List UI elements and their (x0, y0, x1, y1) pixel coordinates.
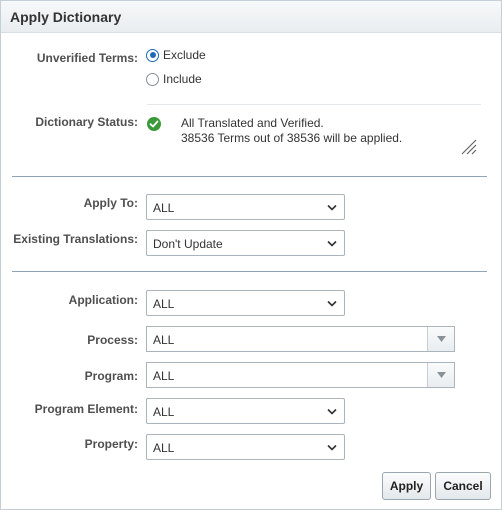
program-value: ALL (153, 369, 175, 383)
chevron-down-icon (327, 408, 337, 415)
chevron-down-icon (327, 204, 337, 211)
chevron-down-icon (327, 444, 337, 451)
section-divider-2 (12, 271, 487, 272)
existing-translations-select[interactable]: Don't Update (146, 230, 345, 256)
program-combobox[interactable]: ALL (146, 362, 455, 388)
triangle-down-icon (437, 336, 446, 342)
program-dropdown-button[interactable] (427, 363, 454, 387)
property-label: Property: (84, 437, 138, 451)
program-element-label: Program Element: (34, 402, 138, 416)
dialog-title: Apply Dictionary (10, 9, 122, 25)
status-count: 38536 Terms out of 38536 will be applied… (181, 131, 403, 145)
radio-include-label[interactable]: Include (163, 72, 202, 86)
program-element-value: ALL (153, 405, 175, 419)
triangle-down-icon (437, 372, 446, 378)
resize-handle-icon[interactable] (459, 137, 477, 158)
dictionary-status-box: All Translated and Verified. 38536 Terms… (147, 104, 481, 162)
process-combobox[interactable]: ALL (146, 326, 455, 352)
existing-translations-value: Don't Update (153, 237, 223, 251)
apply-to-value: ALL (153, 201, 175, 215)
radio-include[interactable]: Include (146, 72, 202, 86)
dialog-title-bar: Apply Dictionary (1, 1, 501, 33)
chevron-down-icon (327, 240, 337, 247)
cancel-button[interactable]: Cancel (435, 472, 491, 500)
process-value: ALL (153, 333, 175, 347)
status-message: All Translated and Verified. (181, 116, 324, 130)
section-divider-1 (12, 176, 487, 177)
process-dropdown-button[interactable] (427, 327, 454, 351)
chevron-down-icon (327, 300, 337, 307)
apply-to-label: Apply To: (83, 196, 138, 210)
process-label: Process: (87, 333, 138, 347)
application-value: ALL (153, 297, 175, 311)
radio-exclude-indicator[interactable] (146, 48, 159, 62)
radio-exclude-label[interactable]: Exclude (163, 48, 206, 62)
application-label: Application: (68, 293, 138, 307)
dictionary-status-label: Dictionary Status: (35, 115, 138, 129)
application-select[interactable]: ALL (146, 290, 345, 316)
check-circle-icon (147, 117, 161, 131)
program-label: Program: (84, 369, 138, 383)
radio-include-indicator[interactable] (146, 72, 159, 86)
apply-to-select[interactable]: ALL (146, 194, 345, 220)
apply-dictionary-dialog: Apply Dictionary Unverified Terms: Exclu… (0, 0, 502, 510)
apply-button[interactable]: Apply (382, 472, 431, 500)
property-value: ALL (153, 441, 175, 455)
property-select[interactable]: ALL (146, 434, 345, 460)
program-element-select[interactable]: ALL (146, 398, 345, 424)
existing-translations-label: Existing Translations: (13, 232, 138, 246)
radio-exclude[interactable]: Exclude (146, 48, 206, 62)
unverified-terms-label: Unverified Terms: (36, 51, 138, 65)
